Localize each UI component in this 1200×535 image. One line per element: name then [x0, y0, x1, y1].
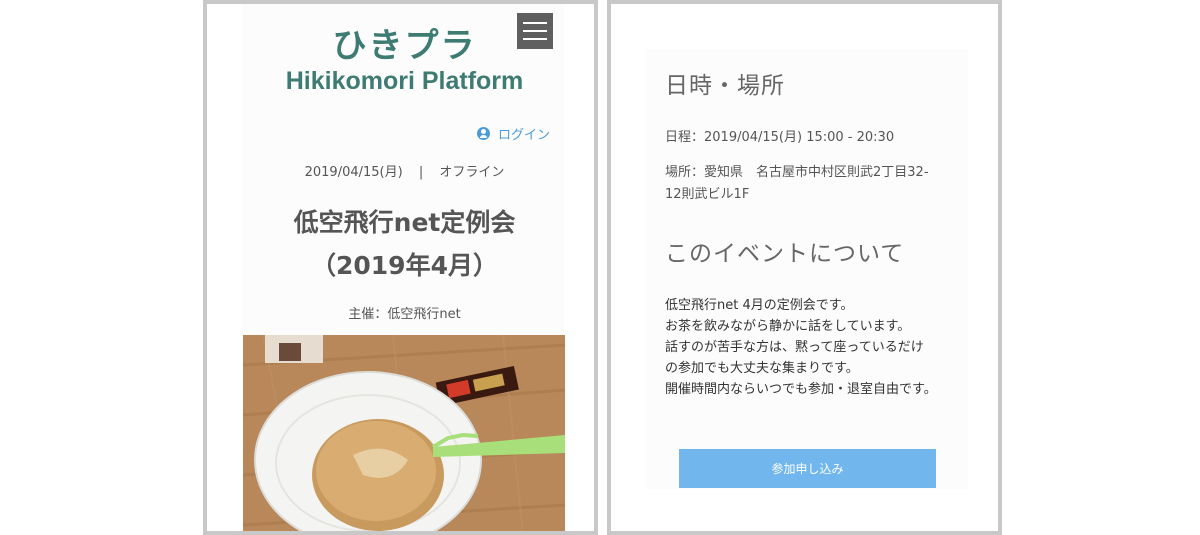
description-line: 話すのが苦手な方は、黙って座っているだけ: [665, 340, 924, 355]
description-line: 低空飛行net 4月の定例会です。: [665, 298, 854, 313]
datetime-heading: 日時・場所: [665, 73, 785, 99]
event-mode: オフライン: [439, 165, 505, 180]
phone-screen-right: 日時・場所 日程：2019/04/15(月) 15:00 - 20:30 場所：…: [607, 0, 1002, 535]
apply-button[interactable]: 参加申し込み: [679, 449, 936, 488]
organizer: 主催：低空飛行net: [348, 307, 461, 322]
user-icon: [477, 127, 490, 140]
meta-separator: |: [418, 165, 424, 180]
event-title: 低空飛行net定例会 （2019年4月）: [207, 201, 594, 287]
description-line: の参加でも大丈夫な集まりです。: [665, 361, 859, 376]
event-photo: [243, 335, 565, 531]
menu-icon[interactable]: [517, 13, 553, 49]
login-link[interactable]: ログイン: [477, 124, 550, 143]
description-line: 開催時間内ならいつでも参加・退室自由です。: [665, 382, 937, 397]
location-line2: 12則武ビル1F: [665, 187, 750, 202]
login-label: ログイン: [498, 128, 551, 143]
event-title-line2: （2019年4月）: [311, 251, 498, 280]
page-background: [646, 49, 968, 489]
event-title-line1: 低空飛行net定例会: [293, 208, 516, 237]
event-date: 2019/04/15(月): [304, 165, 403, 180]
description-line: お茶を飲みながら静かに話をしています。: [665, 319, 911, 334]
event-meta: 2019/04/15(月) | オフライン: [207, 161, 594, 180]
location-line1: 場所：愛知県 名古屋市中村区則武2丁目32-: [665, 165, 929, 180]
schedule: 日程：2019/04/15(月) 15:00 - 20:30: [665, 130, 895, 145]
about-heading: このイベントについて: [665, 241, 905, 267]
site-subtitle: Hikikomori Platform: [285, 67, 524, 95]
phone-screen-left: ひきプラ Hikikomori Platform ログイン 2019/04/15…: [203, 0, 598, 535]
